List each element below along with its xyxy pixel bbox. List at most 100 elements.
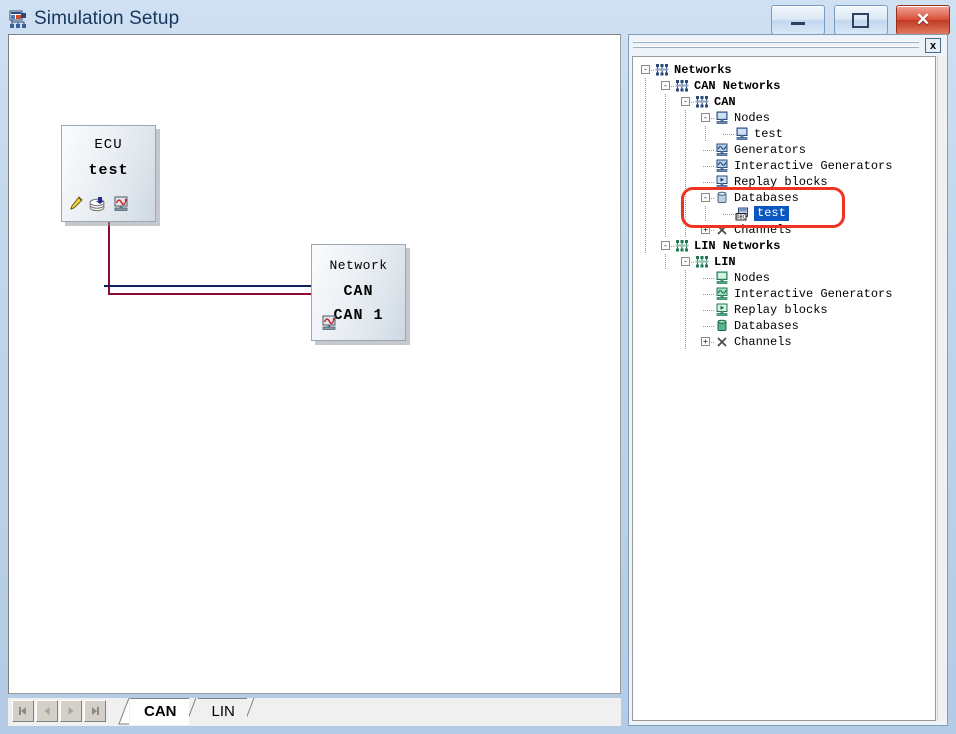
tree-guide-line <box>685 126 686 142</box>
tree-item-lin[interactable]: - LIN <box>637 254 935 270</box>
sheet-tab-strip: CAN LIN <box>8 697 621 726</box>
tree-connector-line <box>723 134 735 135</box>
tab-left-slant <box>118 697 130 725</box>
tree-item-label: Interactive Generators <box>734 287 893 301</box>
tree-guide-line <box>645 94 646 110</box>
tree-item-can[interactable]: - CAN <box>637 94 935 110</box>
tree-item-replay-blocks[interactable]: Replay blocks <box>637 302 935 318</box>
tree-connector-line <box>703 278 715 279</box>
tree-guide-line <box>685 302 686 318</box>
tree-guide-line <box>685 286 686 302</box>
tree-expand-toggle[interactable]: + <box>701 337 710 346</box>
minimize-icon <box>772 6 824 34</box>
ecu-block-name: test <box>88 162 129 179</box>
tree-guide-line <box>685 318 686 334</box>
stack-icon[interactable] <box>89 196 106 217</box>
tree-item-label: LIN Networks <box>694 239 781 253</box>
next-record-button[interactable] <box>60 700 82 722</box>
tab-lin[interactable]: LIN <box>197 698 247 725</box>
window-controls: ✕ <box>767 5 950 35</box>
tree-item-interactive-generators[interactable]: Interactive Generators <box>637 158 935 174</box>
network-icon <box>695 95 709 109</box>
tree-collapse-toggle[interactable]: - <box>681 97 690 106</box>
measurement-icon[interactable] <box>112 196 130 217</box>
tree-collapse-toggle[interactable]: - <box>661 241 670 250</box>
tree-item-interactive-generators[interactable]: Interactive Generators <box>637 286 935 302</box>
record-nav-buttons <box>12 700 106 722</box>
tree-guide-line <box>645 110 646 126</box>
tree-item-label: Databases <box>734 319 799 333</box>
network-icon <box>675 79 689 93</box>
tab-list: CAN LIN <box>118 697 256 726</box>
channels-icon <box>715 335 729 349</box>
close-button[interactable]: ✕ <box>896 5 950 35</box>
network-block-icons <box>320 315 338 336</box>
network-block[interactable]: Network CAN CAN 1 <box>311 244 406 341</box>
highlight-rectangle <box>681 187 845 228</box>
tree-collapse-toggle[interactable]: - <box>661 81 670 90</box>
tree-item-label: test <box>754 127 783 141</box>
tree-guide-line <box>645 78 646 94</box>
tree-item-databases[interactable]: Databases <box>637 318 935 334</box>
tree-guide-line <box>665 110 666 126</box>
tree-item-label: Generators <box>734 143 807 157</box>
tree-item-networks[interactable]: - Networks <box>637 62 935 78</box>
tree-guide-line <box>645 158 646 174</box>
lin-database-icon <box>715 319 729 333</box>
tree-item-nodes[interactable]: Nodes <box>637 270 935 286</box>
tree-guide-line <box>665 174 666 190</box>
tree-guide-line <box>665 142 666 158</box>
tree-guide-line <box>665 126 666 142</box>
minimize-button[interactable] <box>771 5 826 35</box>
tree-guide-line <box>645 206 646 222</box>
first-record-button[interactable] <box>12 700 34 722</box>
dock-grip[interactable] <box>633 40 919 52</box>
tree-guide-line <box>665 254 666 270</box>
tree-item-nodes[interactable]: - Nodes <box>637 110 935 126</box>
measurement-icon[interactable] <box>320 315 338 335</box>
tree-collapse-toggle[interactable]: - <box>701 113 710 122</box>
tree-guide-line <box>685 110 686 126</box>
tab-can[interactable]: CAN <box>130 698 189 725</box>
tree-connector-line <box>703 310 715 311</box>
tree-item-channels[interactable]: + Channels <box>637 334 935 350</box>
tree-item-generators[interactable]: Generators <box>637 142 935 158</box>
tree-guide-line <box>665 206 666 222</box>
tree-item-can-networks[interactable]: - CAN Networks <box>637 78 935 94</box>
tree-item-label: CAN <box>714 95 736 109</box>
network-icon <box>655 63 669 77</box>
tree-collapse-toggle[interactable]: - <box>641 65 650 74</box>
tree-guide-line <box>645 142 646 158</box>
tree-connector-line <box>703 182 715 183</box>
maximize-button[interactable] <box>833 5 888 35</box>
page-title: Simulation Setup <box>34 8 180 29</box>
tree-connector-line <box>703 294 715 295</box>
tree-item-test[interactable]: test <box>637 126 935 142</box>
last-record-button[interactable] <box>84 700 106 722</box>
simulation-setup-icon <box>8 10 28 30</box>
tree-guide-line <box>685 270 686 286</box>
tree-connector-line <box>703 326 715 327</box>
networks-tree[interactable]: - Networks - CAN Networks - CAN - Nodes test Gene… <box>632 56 936 721</box>
generator-icon <box>715 143 729 157</box>
ecu-block[interactable]: ECU test <box>61 125 156 222</box>
tree-connector-line <box>703 150 715 151</box>
lin-replay-icon <box>715 303 729 317</box>
dock-title-bar[interactable]: x <box>631 37 945 55</box>
tree-collapse-toggle[interactable]: - <box>681 257 690 266</box>
tree-item-label: CAN Networks <box>694 79 781 93</box>
tree-guide-line <box>645 222 646 238</box>
tree-item-lin-networks[interactable]: - LIN Networks <box>637 238 935 254</box>
dock-close-button[interactable]: x <box>925 38 941 53</box>
maximize-icon <box>835 6 887 34</box>
bus-wire-vertical <box>108 221 110 294</box>
tree-item-label: Nodes <box>734 111 771 125</box>
previous-record-button[interactable] <box>36 700 58 722</box>
pencil-icon[interactable] <box>68 196 83 217</box>
vertical-scrollbar[interactable] <box>937 56 946 721</box>
tree-guide-line <box>645 238 646 254</box>
tree-guide-line <box>685 174 686 190</box>
signal-wire-horizontal <box>104 285 312 287</box>
simulation-canvas[interactable]: ECU test Network CAN CAN 1 <box>8 34 621 694</box>
lin-network-icon <box>695 255 709 269</box>
